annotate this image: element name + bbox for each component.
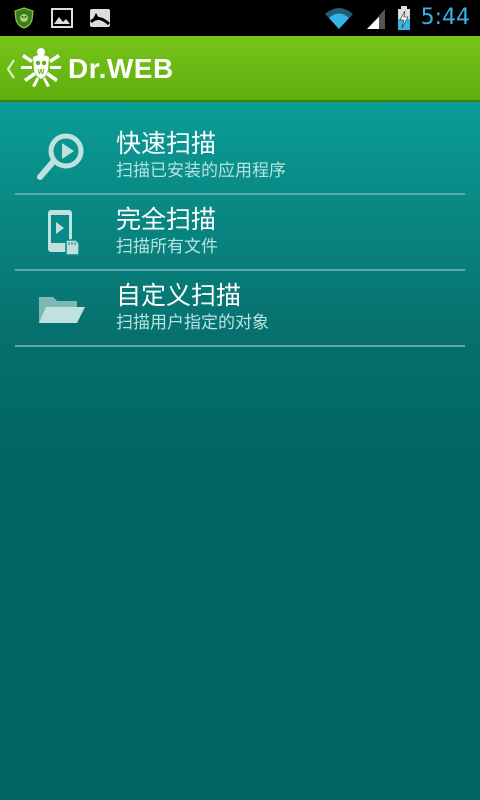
full-scan-item[interactable]: 完全扫描 扫描所有文件 xyxy=(15,195,465,271)
quick-scan-title: 快速扫描 xyxy=(116,129,217,158)
notification-icons xyxy=(12,6,112,30)
drweb-spider-logo[interactable]: W xyxy=(18,46,64,92)
magnifier-play-icon xyxy=(37,133,84,180)
scan-options-list: 快速扫描 扫描已安装的应用程序 完全扫描 扫描所有文件 自定义扫描 扫描用户指定… xyxy=(15,119,465,347)
phone-sdcard-icon xyxy=(48,210,80,256)
chevron-left-icon[interactable] xyxy=(4,54,16,84)
status-bar: 5:44 xyxy=(0,0,480,36)
svg-text:W: W xyxy=(38,69,45,76)
image-broken-icon xyxy=(89,9,111,27)
image-icon xyxy=(51,8,73,28)
battery-charging-icon xyxy=(397,6,410,30)
system-indicators: 5:44 xyxy=(323,3,470,33)
app-title: Dr.WEB xyxy=(68,53,174,84)
wifi-icon xyxy=(324,8,353,29)
drweb-shield-icon xyxy=(14,7,34,29)
folder-open-icon xyxy=(39,297,85,323)
quick-scan-item[interactable]: 快速扫描 扫描已安装的应用程序 xyxy=(15,119,465,195)
signal-icon xyxy=(366,9,385,29)
quick-scan-subtitle: 扫描已安装的应用程序 xyxy=(116,161,286,181)
custom-scan-item[interactable]: 自定义扫描 扫描用户指定的对象 xyxy=(15,271,465,347)
clock: 5:44 xyxy=(420,5,470,30)
action-bar: W Dr.WEB xyxy=(0,36,480,102)
custom-scan-subtitle: 扫描用户指定的对象 xyxy=(116,313,269,333)
custom-scan-title: 自定义扫描 xyxy=(116,281,242,310)
main-content: 快速扫描 扫描已安装的应用程序 完全扫描 扫描所有文件 自定义扫描 扫描用户指定… xyxy=(0,102,480,800)
full-scan-title: 完全扫描 xyxy=(116,205,217,234)
full-scan-subtitle: 扫描所有文件 xyxy=(116,237,218,257)
